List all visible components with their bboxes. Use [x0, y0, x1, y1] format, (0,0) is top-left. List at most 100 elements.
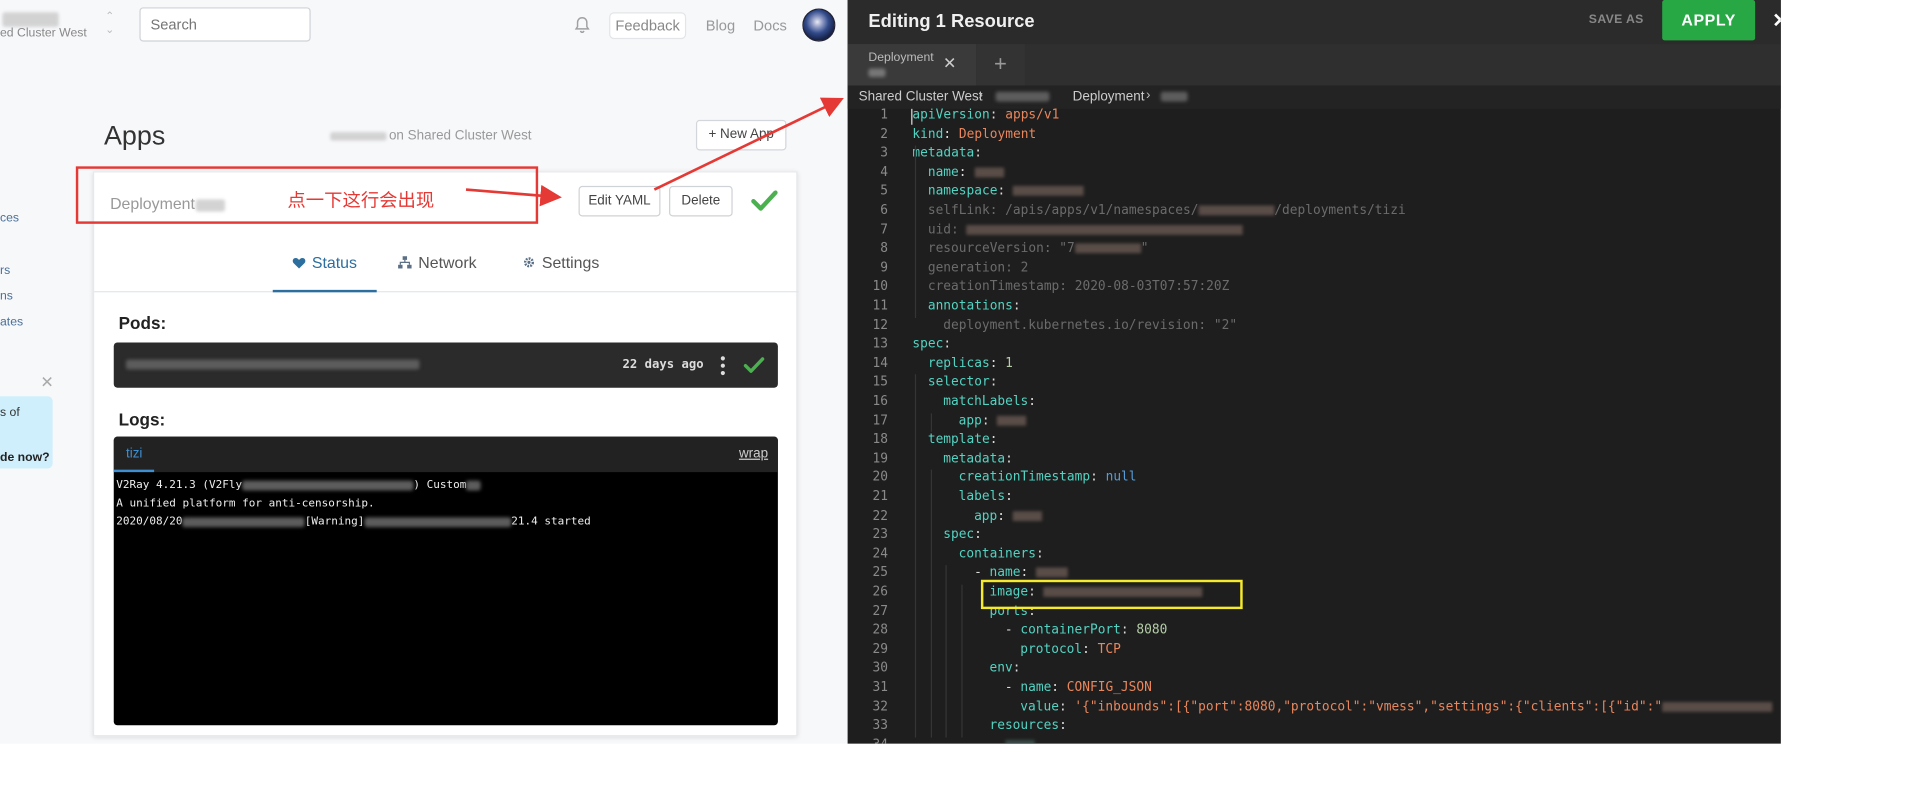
code-line[interactable]: 5 namespace:: [848, 184, 1781, 203]
code-line[interactable]: 19 metadata:: [848, 451, 1781, 470]
edit-yaml-button[interactable]: Edit YAML: [578, 185, 661, 217]
line-number: 2: [880, 126, 888, 142]
text-cursor: [911, 108, 913, 125]
code-line[interactable]: 3 metadata:: [848, 146, 1781, 165]
breadcrumb-kind[interactable]: Deployment: [1073, 89, 1145, 104]
promo-banner[interactable]: s of de now?: [0, 396, 53, 469]
log-line: A unified platform for anti-censorship.: [116, 498, 374, 510]
close-icon[interactable]: ✕: [40, 373, 53, 393]
tab-status[interactable]: Status: [272, 253, 377, 293]
breadcrumb-name-redacted[interactable]: [1160, 91, 1188, 102]
code-text: deployment.kubernetes.io/revision: "2": [943, 317, 1238, 333]
code-text: metadata:: [912, 145, 990, 161]
code-line[interactable]: 24 containers:: [848, 546, 1781, 565]
save-as-button[interactable]: SAVE AS: [1589, 13, 1644, 26]
code-line[interactable]: 12 deployment.kubernetes.io/revision: "2": [848, 318, 1781, 337]
close-icon[interactable]: ✕: [1772, 9, 1781, 33]
code-line[interactable]: 4 name:: [848, 165, 1781, 184]
new-app-button[interactable]: + New App: [695, 119, 787, 151]
file-tab-deployment[interactable]: Deployment ✕: [847, 44, 977, 86]
code-line[interactable]: 21 labels:: [848, 489, 1781, 508]
code-line[interactable]: 9 generation: 2: [848, 260, 1781, 279]
code-line[interactable]: 10 creationTimestamp: 2020-08-03T07:57:20…: [848, 279, 1781, 298]
page-subtitle: on Shared Cluster West: [330, 128, 532, 143]
cluster-switch-chevrons-icon[interactable]: ⌃ ⌄: [105, 10, 114, 37]
code-line[interactable]: 17 app:: [848, 413, 1781, 432]
check-icon: [743, 357, 765, 373]
code-text: spec:: [912, 336, 959, 352]
line-number: 22: [872, 508, 888, 523]
code-text: resourceVersion: "7 ": [927, 241, 1149, 256]
code-line[interactable]: 30 env:: [848, 661, 1781, 680]
apply-button[interactable]: APPLY: [1662, 0, 1756, 41]
cluster-name[interactable]: ed Cluster West: [0, 27, 87, 40]
code-line[interactable]: 15 selector:: [848, 375, 1781, 394]
code-line[interactable]: 8 resourceVersion: "7 ": [848, 241, 1781, 260]
search-input[interactable]: [139, 7, 311, 42]
tab-network-label: Network: [418, 253, 477, 272]
code-line[interactable]: 29 protocol: TCP: [848, 642, 1781, 661]
code-line[interactable]: 31 - name: CONFIG_JSON: [848, 680, 1781, 699]
bell-icon[interactable]: [574, 16, 591, 36]
code-line[interactable]: 16 matchLabels:: [848, 394, 1781, 413]
sidebar-item-fragment[interactable]: ces: [0, 212, 19, 225]
code-line[interactable]: 20 creationTimestamp: null: [848, 470, 1781, 489]
sidebar-item-fragment[interactable]: ates: [0, 316, 23, 329]
redacted-value: [974, 167, 1004, 178]
logs-panel[interactable]: tizi wrap V2Ray 4.21.3 (V2Fly) Custom A …: [113, 436, 778, 726]
promo-cta[interactable]: de now?: [0, 450, 50, 466]
sidebar-item-fragment[interactable]: rs: [0, 264, 10, 277]
code-line[interactable]: 1 apiVersion: apps/v1: [848, 108, 1781, 127]
code-line[interactable]: 11 annotations:: [848, 298, 1781, 317]
indent-guide: [930, 470, 932, 738]
code-text: selfLink: /apis/apps/v1/namespaces//depl…: [927, 203, 1406, 218]
line-number: 15: [872, 374, 888, 390]
code-line[interactable]: 13 spec:: [848, 337, 1781, 356]
code-line[interactable]: 7 uid:: [848, 222, 1781, 241]
code-text: app:: [974, 508, 1043, 523]
delete-button[interactable]: Delete: [669, 185, 733, 217]
code-line[interactable]: 6 selfLink: /apis/apps/v1/namespaces//dep…: [848, 203, 1781, 222]
code-line[interactable]: 23 spec:: [848, 527, 1781, 546]
add-tab-icon[interactable]: +: [976, 44, 1025, 86]
line-number: 4: [880, 164, 888, 180]
line-number: 19: [872, 451, 888, 466]
annotation-box: [75, 166, 539, 224]
code-text: - containerPort: 8080: [1004, 622, 1168, 638]
sidebar-item-fragment[interactable]: ns: [0, 290, 13, 303]
code-text: creationTimestamp: null: [958, 470, 1137, 485]
code-line[interactable]: 14 replicas: 1: [848, 356, 1781, 375]
code-line[interactable]: 22 app:: [848, 508, 1781, 527]
code-line[interactable]: 28 - containerPort: 8080: [848, 623, 1781, 642]
code-text: containers:: [958, 546, 1052, 562]
code-line[interactable]: 34: [848, 737, 1781, 744]
redacted-value: [1012, 186, 1084, 197]
editor-title: Editing 1 Resource: [868, 11, 1035, 32]
more-vertical-icon[interactable]: [719, 355, 726, 377]
new-app-label: New App: [720, 127, 774, 142]
wrap-toggle[interactable]: wrap: [739, 446, 768, 461]
card-tabs: Status Network Settings: [94, 241, 799, 293]
pod-row[interactable]: 22 days ago: [113, 342, 778, 388]
breadcrumb-cluster[interactable]: Shared Cluster West: [859, 89, 983, 104]
close-tab-icon[interactable]: ✕: [943, 54, 956, 74]
feedback-button[interactable]: Feedback: [609, 12, 687, 40]
code-line[interactable]: 33 resources:: [848, 718, 1781, 737]
tab-settings[interactable]: Settings: [522, 253, 599, 292]
docs-link[interactable]: Docs: [753, 17, 786, 34]
breadcrumb-namespace-redacted[interactable]: [995, 91, 1050, 102]
line-number: 24: [872, 546, 888, 562]
avatar[interactable]: [802, 8, 836, 42]
blog-link[interactable]: Blog: [706, 17, 735, 34]
editor-header: Editing 1 Resource SAVE AS APPLY ✕: [847, 0, 1781, 45]
code-line[interactable]: 18 template:: [848, 432, 1781, 451]
logs-tab-container[interactable]: tizi: [113, 437, 155, 473]
code-line[interactable]: 32 value: '{"inbounds":[{"port":8080,"pro…: [848, 699, 1781, 718]
line-number: 25: [872, 565, 888, 581]
code-editor[interactable]: 1 apiVersion: apps/v1 2 kind: Deployment 3 me…: [848, 108, 1781, 744]
yaml-editor-panel: Editing 1 Resource SAVE AS APPLY ✕ Deplo…: [847, 0, 1781, 744]
redacted-value: [1004, 739, 1035, 744]
tab-network[interactable]: Network: [398, 253, 477, 292]
code-line[interactable]: 2 kind: Deployment: [848, 127, 1781, 146]
page-title: Apps: [103, 119, 166, 151]
